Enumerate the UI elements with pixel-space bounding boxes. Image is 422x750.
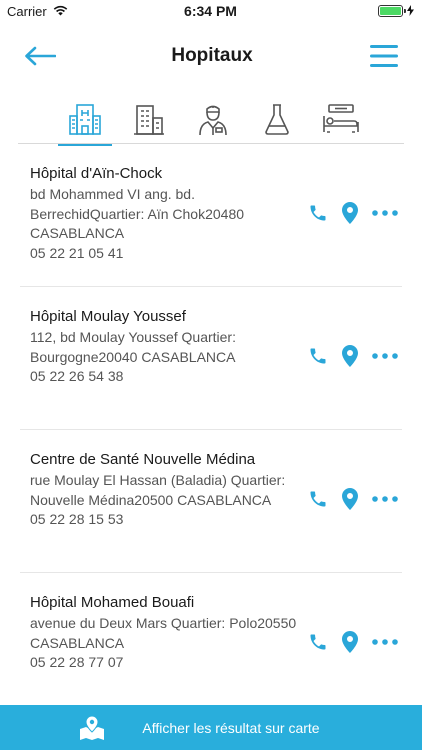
doctor-icon	[199, 105, 227, 136]
charging-bolt-icon	[406, 4, 414, 19]
status-right	[294, 4, 414, 19]
call-button[interactable]	[308, 346, 328, 366]
phone-icon	[310, 348, 326, 364]
carrier-label: Carrier	[7, 3, 47, 19]
phone-icon	[310, 634, 326, 650]
lab-flask-icon	[265, 104, 289, 135]
map-location-button[interactable]	[342, 202, 358, 224]
more-options-button[interactable]	[372, 353, 398, 359]
map-location-button[interactable]	[342, 631, 358, 653]
status-left: Carrier	[7, 4, 127, 19]
map-location-button[interactable]	[342, 345, 358, 367]
call-button[interactable]	[308, 203, 328, 223]
hospital-name: Centre de Santé Nouvelle Médina	[30, 451, 256, 468]
more-options-button[interactable]	[372, 496, 398, 502]
hospital-phone: 05 22 28 15 53	[30, 511, 124, 527]
hospital-phone: 05 22 21 05 41	[30, 244, 124, 261]
hospital-name: Hôpital Moulay Youssef	[30, 308, 186, 325]
more-dots-icon	[372, 210, 398, 216]
page-title: Hopitaux	[171, 45, 253, 66]
hospital-phone: 05 22 26 54 38	[30, 368, 124, 384]
hospital-building-icon	[69, 104, 101, 135]
hospital-address: 112, bd Moulay Youssef Quartier: Bourgog…	[30, 329, 236, 365]
hamburger-menu-icon	[370, 45, 398, 67]
more-options-button[interactable]	[372, 210, 398, 216]
tab-doctors[interactable]	[186, 94, 240, 144]
nav-bar: Hopitaux	[0, 22, 422, 90]
battery-icon	[377, 5, 406, 17]
hospital-list: Hôpital d'Aïn-Chock bd Mohammed VI ang. …	[20, 144, 402, 716]
item-actions	[308, 202, 398, 224]
menu-button[interactable]	[366, 38, 402, 74]
list-item[interactable]: Hôpital Mohamed Bouafi avenue du Deux Ma…	[20, 573, 402, 716]
tab-hospitals[interactable]	[58, 94, 112, 146]
map-pin-icon	[80, 715, 104, 740]
arrow-left-icon	[25, 46, 56, 66]
map-location-button[interactable]	[342, 488, 358, 510]
location-pin-icon	[342, 631, 358, 653]
list-item[interactable]: Centre de Santé Nouvelle Médina rue Moul…	[20, 430, 402, 573]
category-tabs	[58, 92, 368, 146]
back-button[interactable]	[22, 38, 58, 74]
more-options-button[interactable]	[372, 639, 398, 645]
tab-clinics[interactable]	[122, 94, 176, 144]
hospital-bed-icon	[323, 104, 359, 133]
phone-icon	[310, 491, 326, 507]
hospital-address: avenue du Deux Mars Quartier: Polo20550 …	[30, 615, 297, 651]
battery-fill	[379, 7, 401, 15]
tab-laboratories[interactable]	[250, 94, 304, 144]
hospital-name: Hôpital d'Aïn-Chock	[30, 165, 163, 182]
call-button[interactable]	[308, 489, 328, 509]
list-item[interactable]: Hôpital d'Aïn-Chock bd Mohammed VI ang. …	[20, 144, 402, 287]
tab-hospital-beds[interactable]	[314, 94, 368, 144]
hospital-name: Hôpital Mohamed Bouafi	[30, 594, 195, 611]
wifi-icon	[53, 4, 68, 19]
item-actions	[308, 631, 398, 653]
status-bar: Carrier 6:34 PM	[0, 0, 422, 22]
hospital-address: bd Mohammed VI ang. bd. BerrechidQuartie…	[30, 186, 245, 241]
more-dots-icon	[372, 639, 398, 645]
item-actions	[308, 488, 398, 510]
call-button[interactable]	[308, 632, 328, 652]
phone-icon	[310, 205, 326, 221]
location-pin-icon	[342, 202, 358, 224]
show-on-map-button[interactable]: Afficher les résultat sur carte	[0, 705, 422, 750]
item-actions	[308, 345, 398, 367]
location-pin-icon	[342, 345, 358, 367]
hospital-address: rue Moulay El Hassan (Baladia) Quartier:…	[30, 472, 286, 508]
status-time: 6:34 PM	[184, 3, 237, 19]
list-item[interactable]: Hôpital Moulay Youssef 112, bd Moulay Yo…	[20, 287, 402, 430]
more-dots-icon	[372, 496, 398, 502]
location-pin-icon	[342, 488, 358, 510]
more-dots-icon	[372, 353, 398, 359]
clinic-building-icon	[134, 105, 164, 135]
hospital-phone: 05 22 28 77 07	[30, 654, 124, 670]
show-on-map-label: Afficher les résultat sur carte	[142, 719, 320, 736]
